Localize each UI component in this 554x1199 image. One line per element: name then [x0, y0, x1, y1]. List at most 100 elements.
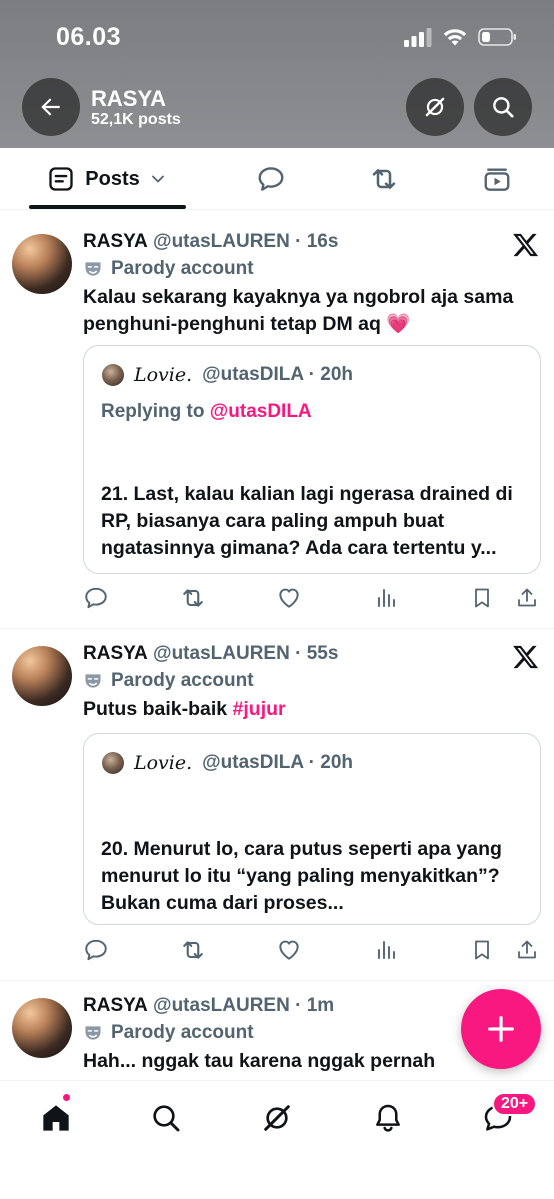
- author-handle[interactable]: @utasLAUREN: [153, 643, 290, 664]
- tab-reposts[interactable]: [360, 148, 408, 210]
- parody-label-text: Parody account: [111, 1022, 254, 1043]
- compose-post-button[interactable]: [461, 989, 541, 1069]
- quoted-author-name: 𝐿𝑜𝑣𝑖𝑒.: [134, 364, 193, 386]
- post-actions: [0, 583, 554, 613]
- avatar[interactable]: [12, 998, 72, 1058]
- bookmark-icon: [475, 588, 489, 608]
- nav-grok[interactable]: [255, 1096, 299, 1140]
- replying-to: Replying to @utasDILA: [101, 401, 312, 423]
- share-button[interactable]: [512, 935, 542, 965]
- quoted-post[interactable]: 𝐿𝑜𝑣𝑖𝑒. @utasDILA · 20h Replying to @utas…: [83, 345, 541, 574]
- nav-notifications[interactable]: [366, 1096, 410, 1140]
- share-icon: [518, 940, 536, 959]
- avatar[interactable]: [12, 234, 72, 294]
- heart-icon: [279, 588, 299, 608]
- parody-label-text: Parody account: [111, 258, 254, 279]
- bookmark-button[interactable]: [467, 935, 497, 965]
- post-header: RASYA @utasLAUREN · 1m: [83, 995, 334, 1017]
- post-item[interactable]: RASYA @utasLAUREN · 16s Parody account K…: [0, 211, 554, 629]
- nav-home[interactable]: [34, 1096, 78, 1140]
- repost-button[interactable]: [178, 935, 208, 965]
- author-name[interactable]: RASYA: [83, 995, 148, 1016]
- parody-label: Parody account: [83, 1022, 254, 1044]
- parody-mask-icon: [85, 674, 101, 688]
- posts-list-icon: [49, 167, 73, 191]
- share-icon: [518, 588, 536, 607]
- profile-header: 06.03 RASYA 52,1K posts: [0, 0, 554, 148]
- like-button[interactable]: [274, 583, 304, 613]
- quoted-post-text: 20. Menurut lo, cara putus seperti apa y…: [101, 838, 502, 914]
- share-button[interactable]: [512, 583, 542, 613]
- status-time: 06.03: [56, 23, 122, 51]
- tab-selected-indicator: [29, 205, 186, 209]
- x-logo-icon: [513, 645, 539, 669]
- profile-name: RASYA: [91, 86, 166, 111]
- bookmark-button[interactable]: [467, 583, 497, 613]
- parody-mask-icon: [85, 262, 101, 276]
- profile-tabs: Posts: [0, 148, 554, 210]
- repost-button[interactable]: [178, 583, 208, 613]
- views-chart-icon: [378, 941, 395, 959]
- media-icon: [484, 168, 510, 191]
- post-time: · 1m: [295, 995, 335, 1016]
- views-button[interactable]: [371, 935, 401, 965]
- repost-icon: [183, 589, 203, 607]
- replying-to-handle[interactable]: @utasDILA: [210, 401, 312, 422]
- like-button[interactable]: [274, 935, 304, 965]
- tab-posts[interactable]: Posts: [29, 148, 186, 210]
- notifications-bell-icon: [376, 1104, 400, 1132]
- quoted-avatar: [102, 364, 124, 386]
- tab-media[interactable]: [473, 148, 521, 210]
- profile-post-count: 52,1K posts: [91, 111, 181, 128]
- nav-search[interactable]: [144, 1096, 188, 1140]
- hashtag-link[interactable]: #jujur: [233, 698, 286, 720]
- author-name[interactable]: RASYA: [83, 643, 148, 664]
- quoted-avatar: [102, 752, 124, 774]
- post-text: Putus baik-baik #jujur: [83, 696, 543, 723]
- quoted-author-handle: @utasDILA · 20h: [202, 752, 353, 773]
- signal-icon: [404, 28, 432, 47]
- parody-mask-icon: [85, 1026, 101, 1040]
- search-icon: [153, 1105, 180, 1132]
- quoted-post[interactable]: 𝐿𝑜𝑣𝑖𝑒. @utasDILA · 20h 20. Menurut lo, c…: [83, 733, 541, 925]
- status-icons: [404, 24, 518, 50]
- back-button[interactable]: [22, 78, 80, 136]
- home-icon: [43, 1105, 69, 1131]
- chevron-down-icon: [151, 175, 164, 183]
- author-name[interactable]: RASYA: [83, 231, 148, 252]
- quoted-author-name: 𝐿𝑜𝑣𝑖𝑒.: [134, 752, 193, 774]
- search-button[interactable]: [474, 78, 532, 136]
- repost-icon: [372, 169, 396, 189]
- parody-label: Parody account: [83, 258, 254, 280]
- author-handle[interactable]: @utasLAUREN: [153, 231, 290, 252]
- parody-label: Parody account: [83, 670, 254, 692]
- parody-label-text: Parody account: [111, 670, 254, 691]
- replying-to-prefix: Replying to: [101, 401, 210, 422]
- grok-icon: [425, 97, 445, 117]
- post-text-content: Putus baik-baik: [83, 698, 233, 720]
- plus-icon: [488, 1016, 514, 1042]
- views-chart-icon: [378, 589, 395, 607]
- quoted-post-header: 𝐿𝑜𝑣𝑖𝑒. @utasDILA · 20h: [102, 364, 353, 386]
- tab-replies[interactable]: [247, 148, 295, 210]
- home-notification-dot: [62, 1093, 71, 1102]
- post-header: RASYA @utasLAUREN · 55s: [83, 643, 338, 665]
- grok-icon: [264, 1105, 290, 1131]
- heart-icon: [279, 940, 299, 960]
- author-handle[interactable]: @utasLAUREN: [153, 995, 290, 1016]
- post-time: · 55s: [295, 643, 339, 664]
- reply-icon: [85, 939, 107, 961]
- bottom-navigation: 20+: [0, 1080, 554, 1199]
- grok-button[interactable]: [406, 78, 464, 136]
- bookmark-icon: [475, 940, 489, 960]
- avatar[interactable]: [12, 646, 72, 706]
- reply-button[interactable]: [81, 583, 111, 613]
- views-button[interactable]: [371, 583, 401, 613]
- quoted-post-header: 𝐿𝑜𝑣𝑖𝑒. @utasDILA · 20h: [102, 752, 353, 774]
- post-item[interactable]: RASYA @utasLAUREN · 55s Parody account P…: [0, 629, 554, 981]
- post-actions: [0, 935, 554, 965]
- repost-icon: [183, 941, 203, 959]
- reply-button[interactable]: [81, 935, 111, 965]
- post-time: · 16s: [295, 231, 339, 252]
- quoted-author-handle: @utasDILA · 20h: [202, 364, 353, 385]
